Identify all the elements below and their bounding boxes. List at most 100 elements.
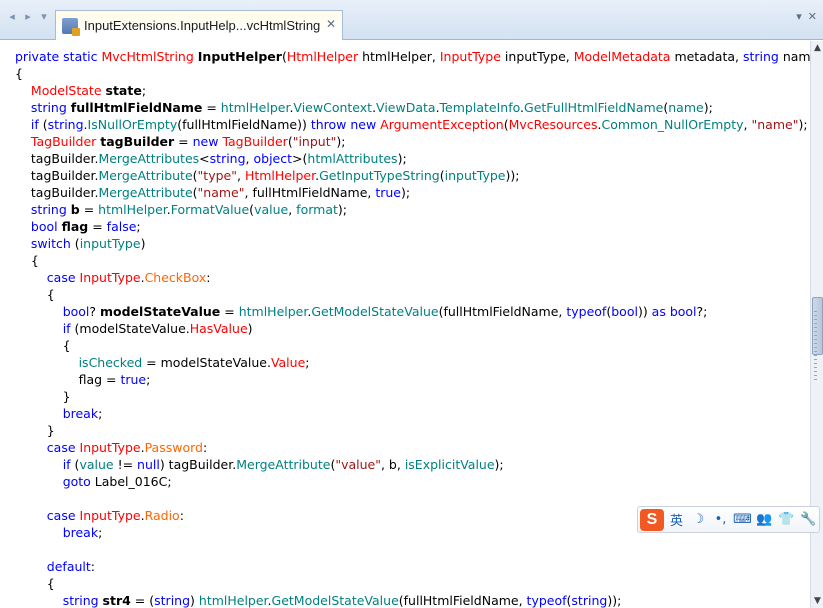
- tab-list-dropdown-icon[interactable]: ▾: [38, 10, 50, 23]
- code-token: htmlAttributes: [307, 151, 398, 166]
- code-line: }: [0, 388, 810, 405]
- code-line: goto Label_016C;: [0, 473, 810, 490]
- code-token: );: [401, 185, 411, 200]
- code-token: );: [494, 457, 504, 472]
- code-token: bool: [669, 304, 697, 319]
- code-token: {: [15, 338, 71, 353]
- code-token: )): [637, 304, 652, 319]
- code-token: tagBuilder: [100, 134, 175, 149]
- code-token: inputType,: [504, 49, 574, 64]
- code-token: ;: [136, 219, 141, 234]
- code-token: Radio: [144, 508, 180, 523]
- scroll-marker: [814, 343, 817, 344]
- settings-wrench-icon[interactable]: 🔧: [799, 510, 818, 530]
- scroll-marker: [814, 347, 817, 348]
- code-line: if (modelStateValue.HasValue): [0, 320, 810, 337]
- language-toggle-icon[interactable]: 英: [667, 510, 686, 530]
- user-icon[interactable]: 👥: [755, 510, 774, 530]
- code-token: object: [253, 151, 293, 166]
- code-token: true: [120, 372, 147, 387]
- code-token: if: [62, 321, 75, 336]
- code-line: {: [0, 337, 810, 354]
- code-token: );: [397, 151, 407, 166]
- code-token: string: [154, 593, 191, 608]
- code-token: "name": [197, 185, 245, 200]
- sogou-logo-icon[interactable]: S: [640, 508, 664, 531]
- scroll-up-icon[interactable]: ▲: [811, 43, 823, 53]
- code-token: HtmlHelper: [286, 49, 363, 64]
- code-token: MergeAttribute: [236, 457, 331, 472]
- tab-close-icon[interactable]: ✕: [326, 17, 336, 31]
- code-token: ViewContext: [293, 100, 373, 115]
- code-line: TagBuilder tagBuilder = new TagBuilder("…: [0, 133, 810, 150]
- code-token: , b,: [380, 457, 405, 472]
- code-token: ,: [245, 151, 254, 166]
- code-token: "name": [751, 117, 799, 132]
- code-line: if (value != null) tagBuilder.MergeAttri…: [0, 456, 810, 473]
- code-token: GetModelStateValue: [271, 593, 399, 608]
- code-token: :: [202, 440, 208, 455]
- code-token: throw new: [310, 117, 381, 132]
- code-token: MergeAttribute: [98, 168, 193, 183]
- code-token: string: [571, 593, 608, 608]
- code-token: =: [88, 219, 107, 234]
- scroll-marker: [814, 339, 817, 340]
- code-token: case: [46, 440, 80, 455]
- navigate-forward-icon[interactable]: ▸: [22, 10, 34, 23]
- code-token: goto: [62, 474, 95, 489]
- code-token: ?: [89, 304, 100, 319]
- code-token: =: [202, 100, 221, 115]
- code-token: MvcResources: [508, 117, 598, 132]
- code-token: inputType: [79, 236, 141, 251]
- punctuation-icon[interactable]: •,: [711, 510, 730, 530]
- code-token: null: [137, 457, 160, 472]
- scroll-down-icon[interactable]: ▼: [811, 596, 823, 606]
- code-token: bool: [62, 304, 90, 319]
- code-line: string b = htmlHelper.FormatValue(value,…: [0, 201, 810, 218]
- scroll-marker: [814, 335, 817, 336]
- scroll-marker: [814, 367, 817, 368]
- code-line: if (string.IsNullOrEmpty(fullHtmlFieldNa…: [0, 116, 810, 133]
- code-token: Label_016C;: [94, 474, 172, 489]
- code-token: (modelStateValue.: [74, 321, 190, 336]
- code-line: string fullHtmlFieldName = htmlHelper.Vi…: [0, 99, 810, 116]
- code-line: break;: [0, 405, 810, 422]
- code-token: {: [15, 66, 23, 81]
- code-line: private static MvcHtmlString InputHelper…: [0, 48, 810, 65]
- code-token: format: [296, 202, 338, 217]
- code-line: case InputType.Password:: [0, 439, 810, 456]
- code-token: false: [106, 219, 137, 234]
- code-token: "input": [292, 134, 337, 149]
- code-token: TemplateInfo: [439, 100, 521, 115]
- code-token: ;: [141, 83, 147, 98]
- code-line: switch (inputType): [0, 235, 810, 252]
- half-width-moon-icon[interactable]: ☽: [689, 510, 708, 530]
- code-token: typeof: [566, 304, 607, 319]
- code-token: <: [199, 151, 210, 166]
- scroll-marker: [814, 363, 817, 364]
- code-token: InputType: [79, 270, 141, 285]
- scroll-marker: [814, 371, 817, 372]
- code-token: htmlHelper: [238, 304, 308, 319]
- code-token: "value": [335, 457, 381, 472]
- code-token: if: [62, 457, 75, 472]
- code-token: ,: [288, 202, 297, 217]
- navigate-back-icon[interactable]: ◂: [6, 10, 18, 23]
- keyboard-icon[interactable]: ⌨: [733, 510, 752, 530]
- document-tab[interactable]: InputExtensions.InputHelp...vcHtmlString…: [55, 10, 343, 40]
- code-token: InputType: [439, 49, 505, 64]
- window-close-icon[interactable]: ✕: [808, 10, 817, 23]
- code-token: name: [668, 100, 704, 115]
- window-dropdown-icon[interactable]: ▾: [796, 10, 802, 23]
- skin-icon[interactable]: 👕: [777, 510, 796, 530]
- lock-icon: [72, 27, 80, 36]
- scroll-marker: [814, 323, 817, 324]
- code-token: {: [15, 287, 55, 302]
- code-token: ArgumentException: [380, 117, 504, 132]
